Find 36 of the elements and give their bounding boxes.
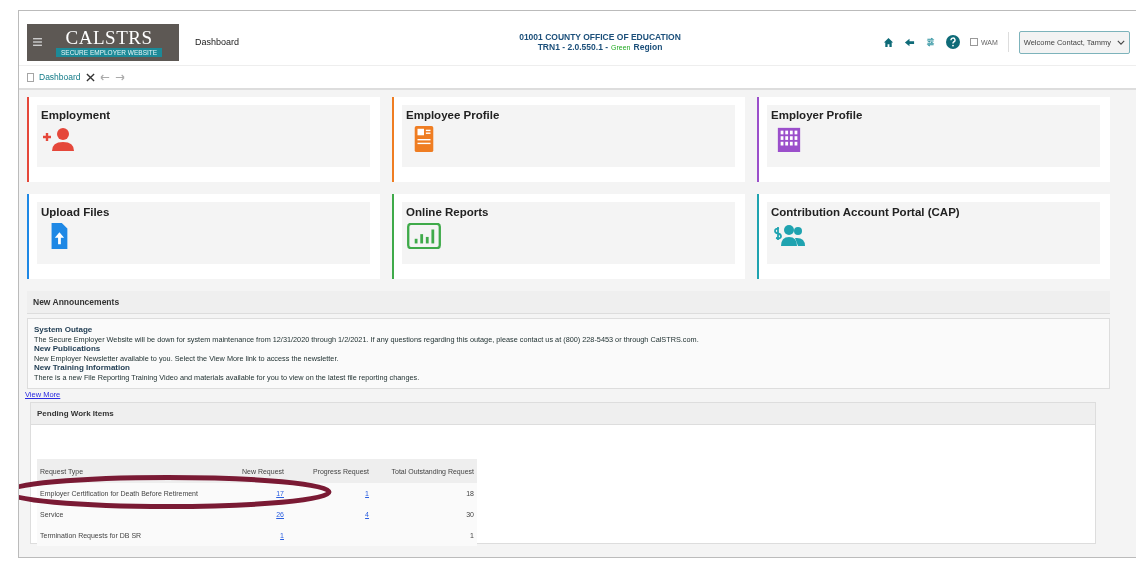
logo-name: CALSTRS — [65, 27, 153, 47]
forward-arrow-icon[interactable] — [114, 73, 125, 81]
menu-icon[interactable] — [33, 38, 42, 46]
caret-icon — [1117, 39, 1125, 45]
dashboard-card[interactable]: Contribution Account Portal (CAP) — [757, 194, 1110, 279]
card-title: Employer Profile — [771, 109, 863, 121]
version-text: TRN1 - 2.0.550.1 - — [537, 42, 609, 52]
dashboard-card[interactable]: Online Reports — [392, 194, 745, 279]
announcement-heading: New Publications — [34, 344, 102, 354]
card-title: Upload Files — [41, 206, 110, 218]
page-title: Dashboard — [195, 37, 241, 47]
swap-arrows-icon[interactable] — [924, 36, 936, 48]
people-dollar-icon — [771, 223, 807, 249]
region-label: Region — [633, 42, 663, 52]
dashboard-card[interactable]: Upload Files — [27, 194, 380, 279]
card-title: Contribution Account Portal (CAP) — [771, 206, 960, 218]
back-arrow-icon[interactable] — [903, 36, 915, 48]
organization-name: 01001 COUNTY OFFICE OF EDUCATION — [519, 32, 681, 42]
section-title: Pending Work Items — [37, 409, 114, 418]
card-title: Online Reports — [406, 206, 489, 218]
dashboard-tab[interactable]: Dashboard — [39, 72, 81, 82]
dashboard-card[interactable]: Employment — [27, 97, 380, 182]
section-title: New Announcements — [33, 297, 120, 307]
announcement-heading: System Outage — [34, 325, 94, 335]
announcement-heading: New Training Information — [34, 363, 131, 373]
home-icon[interactable] — [882, 36, 894, 48]
document-icon — [27, 72, 34, 82]
bar-chart-icon — [406, 223, 442, 249]
dashboard-card[interactable]: Employer Profile — [757, 97, 1110, 182]
help-icon[interactable] — [945, 35, 960, 49]
dashboard-card[interactable]: Employee Profile — [392, 97, 745, 182]
wam-checkbox[interactable] — [969, 38, 978, 46]
close-icon[interactable] — [85, 72, 95, 82]
add-person-icon — [41, 126, 77, 152]
card-title: Employment — [41, 109, 110, 121]
card-title: Employee Profile — [406, 109, 500, 121]
